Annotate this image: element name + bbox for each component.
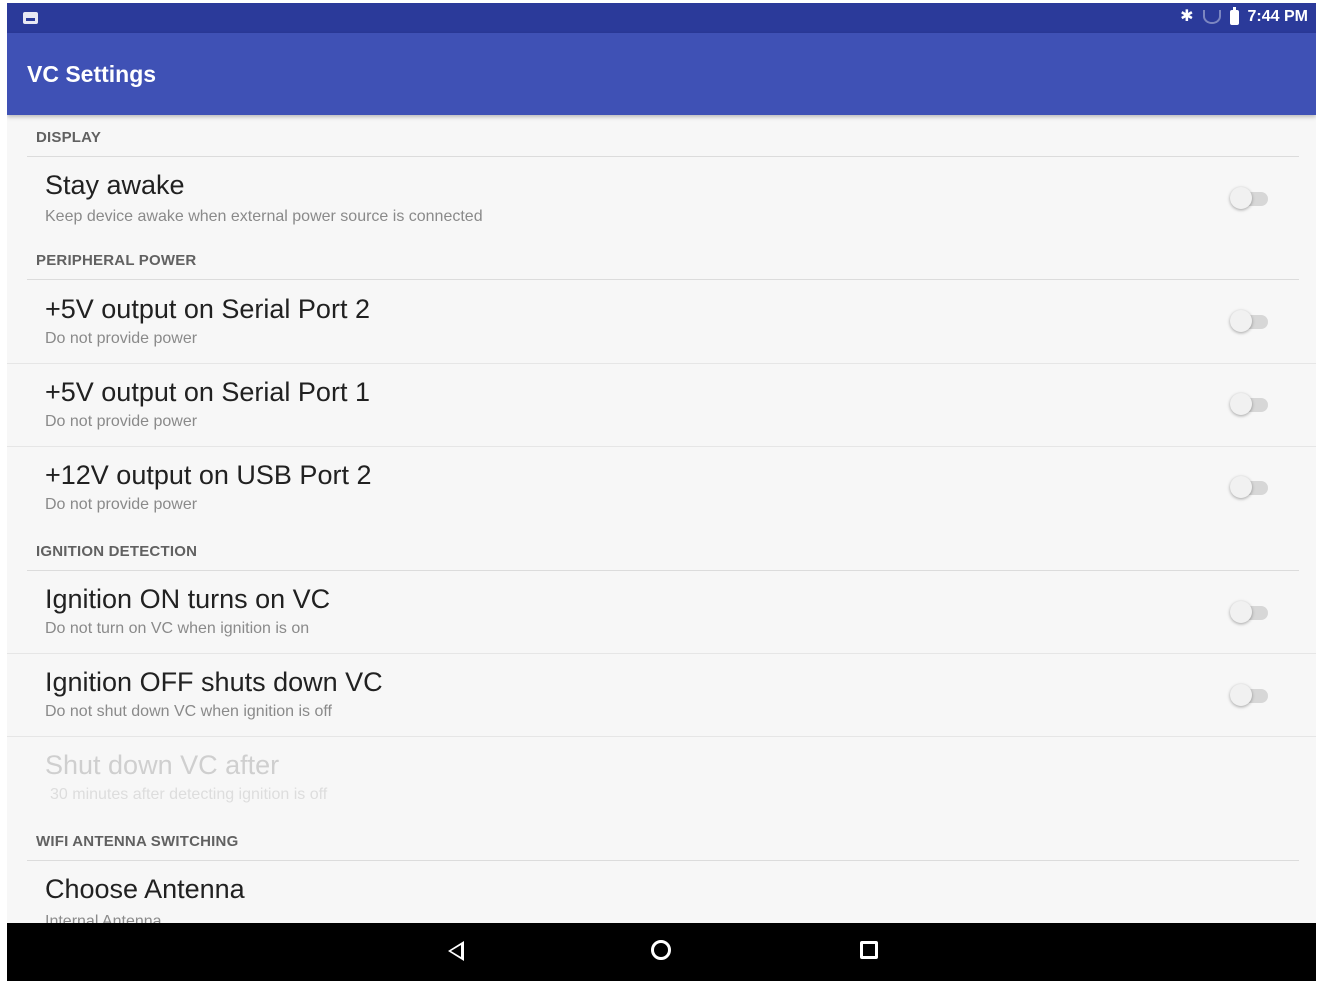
pref-choose-antenna[interactable]: Choose Antenna Internal Antenna xyxy=(7,861,1316,924)
back-icon[interactable] xyxy=(448,941,464,961)
clock: 7:44 PM xyxy=(1247,8,1308,25)
home-icon[interactable] xyxy=(651,940,671,960)
switch-thumb xyxy=(1230,310,1252,332)
ignition-on-toggle[interactable] xyxy=(1230,601,1270,623)
status-bar: ✱ 7:44 PM xyxy=(7,3,1316,33)
pref-shutdown-after: Shut down VC after 30 minutes after dete… xyxy=(7,736,1316,819)
pref-title: Ignition OFF shuts down VC xyxy=(45,667,383,697)
section-header-wifi-antenna: WIFI ANTENNA SWITCHING xyxy=(36,833,239,850)
screen: ✱ 7:44 PM VC Settings DISPLAY Stay awake… xyxy=(7,3,1316,981)
usb-port-2-toggle[interactable] xyxy=(1230,476,1270,498)
ignition-off-toggle[interactable] xyxy=(1230,684,1270,706)
pref-title: +12V output on USB Port 2 xyxy=(45,460,372,490)
serial-port-2-toggle[interactable] xyxy=(1230,310,1270,332)
pref-title: +5V output on Serial Port 1 xyxy=(45,377,370,407)
pref-title: Ignition ON turns on VC xyxy=(45,584,331,614)
section-header-ignition-detection: IGNITION DETECTION xyxy=(36,543,198,560)
pref-usb-port-2[interactable]: +12V output on USB Port 2 Do not provide… xyxy=(7,446,1316,529)
pref-summary: Keep device awake when external power so… xyxy=(45,208,483,225)
pref-summary: 30 minutes after detecting ignition is o… xyxy=(50,786,328,803)
switch-thumb xyxy=(1230,684,1252,706)
section-header-display: DISPLAY xyxy=(36,129,102,146)
pref-stay-awake[interactable]: Stay awake Keep device awake when extern… xyxy=(7,157,1316,240)
battery-icon xyxy=(1229,6,1239,25)
pref-summary: Do not provide power xyxy=(45,330,198,347)
serial-port-1-toggle[interactable] xyxy=(1230,393,1270,415)
navigation-bar xyxy=(7,923,1316,981)
pref-ignition-on[interactable]: Ignition ON turns on VC Do not turn on V… xyxy=(7,570,1316,653)
switch-thumb xyxy=(1230,601,1252,623)
pref-serial-port-2[interactable]: +5V output on Serial Port 2 Do not provi… xyxy=(7,280,1316,363)
pref-summary: Do not shut down VC when ignition is off xyxy=(45,703,332,720)
pref-summary: Do not provide power xyxy=(45,496,198,513)
pref-ignition-off[interactable]: Ignition OFF shuts down VC Do not shut d… xyxy=(7,653,1316,736)
recents-icon[interactable] xyxy=(860,941,878,959)
section-header-peripheral-power: PERIPHERAL POWER xyxy=(36,252,197,269)
pref-summary: Do not turn on VC when ignition is on xyxy=(45,620,310,637)
pref-title: Choose Antenna xyxy=(45,874,245,904)
settings-list[interactable]: DISPLAY Stay awake Keep device awake whe… xyxy=(7,115,1316,924)
app-bar: VC Settings xyxy=(7,33,1316,115)
switch-thumb xyxy=(1230,476,1252,498)
switch-thumb xyxy=(1230,393,1252,415)
notification-icon xyxy=(23,12,38,24)
stay-awake-toggle[interactable] xyxy=(1230,187,1270,209)
switch-thumb xyxy=(1230,187,1252,209)
wifi-icon xyxy=(1202,10,1221,24)
page-title: VC Settings xyxy=(27,61,157,87)
pref-title: Stay awake xyxy=(45,170,185,200)
pref-title: +5V output on Serial Port 2 xyxy=(45,294,370,324)
bluetooth-icon: ✱ xyxy=(1180,8,1194,25)
pref-serial-port-1[interactable]: +5V output on Serial Port 1 Do not provi… xyxy=(7,363,1316,446)
pref-summary: Do not provide power xyxy=(45,413,198,430)
pref-title: Shut down VC after xyxy=(45,750,280,780)
